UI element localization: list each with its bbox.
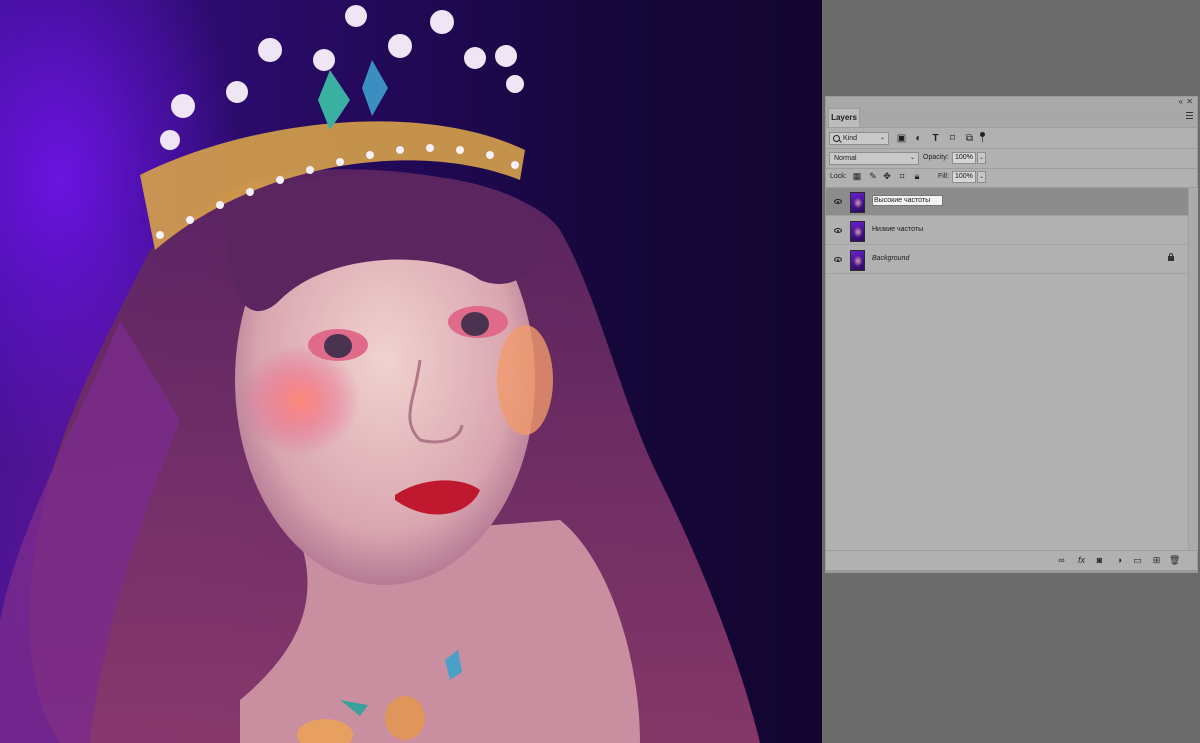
search-icon [833,135,840,142]
type-filter-icon[interactable]: T [930,133,941,144]
layer-row-high-frequency[interactable]: Высокие частоты [826,188,1188,216]
opacity-label: Opacity: [923,154,949,161]
layer-name[interactable]: Низкие частоты [872,226,923,233]
add-mask-icon[interactable]: ◙ [1094,555,1105,566]
new-layer-icon[interactable]: ⊞ [1151,555,1162,566]
layer-row-background[interactable]: Background [826,246,1188,274]
chevron-down-icon: ⌄ [879,135,885,141]
adjustment-filter-icon[interactable]: ◐ [913,133,924,144]
layer-thumbnail[interactable] [850,221,865,242]
layer-thumbnail[interactable] [850,250,865,271]
opacity-input[interactable]: 100% [952,152,976,164]
lock-image-pixels-icon[interactable]: ✎ [868,171,878,181]
layers-scrollbar[interactable] [1188,188,1198,550]
layer-name-input[interactable]: Высокие частоты [872,195,944,206]
delete-icon[interactable]: 🗑︎ [1169,555,1180,566]
layers-list: Высокие частоты Низкие частоты Backgroun… [826,188,1188,550]
adjustment-layer-icon[interactable]: ◑ [1114,555,1125,566]
portrait-photo [0,5,761,743]
tab-layers[interactable]: Layers [828,108,860,127]
divider [826,148,1197,149]
filter-kind-dropdown[interactable]: Kind ⌄ [829,132,889,145]
shape-filter-icon[interactable]: ⌑ [947,133,958,144]
link-layers-icon[interactable]: ∞ [1056,555,1067,566]
layer-name[interactable]: Background [872,255,909,262]
lock-all-icon[interactable]: 🔒︎ [912,171,922,181]
lock-transparent-pixels-icon[interactable]: ▦ [852,171,862,181]
filter-kind-label: Kind [843,135,858,142]
blend-row: Normal ⌄ Opacity: 100% ⌄ [826,150,1197,167]
blend-mode-dropdown[interactable]: Normal ⌄ [829,152,919,165]
lock-row: Lock: ▦ ✎ ✥ ⌗ 🔒︎ Fill: 100% ⌄ [826,170,1197,186]
eye-icon[interactable] [834,199,842,204]
panel-menu-icon[interactable] [1186,112,1193,119]
lock-icon[interactable] [1168,253,1174,261]
lock-label: Lock: [830,173,847,180]
fill-input[interactable]: 100% [952,171,976,183]
fx-icon[interactable]: fx [1076,555,1087,566]
chevron-down-icon: ⌄ [909,155,915,161]
panel-footer: ∞ fx ◙ ◑ ▭ ⊞ 🗑︎ [826,550,1197,572]
smart-object-filter-icon[interactable]: ⧉ [964,133,975,144]
eye-icon[interactable] [834,257,842,262]
new-group-icon[interactable]: ▭ [1132,555,1143,566]
layer-filter-row: Kind ⌄ ▣ ◐ T ⌑ ⧉ [826,130,1197,148]
close-icon[interactable]: ✕ [1186,97,1193,107]
document-canvas[interactable] [0,0,822,743]
layer-row-low-frequency[interactable]: Низкие частоты [826,217,1188,245]
lock-position-icon[interactable]: ✥ [882,171,892,181]
lock-artboard-icon[interactable]: ⌗ [897,171,907,181]
blend-mode-value: Normal [834,155,857,162]
divider [826,168,1197,169]
panel-bottom-edge [826,570,1197,572]
opacity-slider-toggle[interactable]: ⌄ [977,152,986,164]
fill-slider-toggle[interactable]: ⌄ [977,171,986,183]
pixel-filter-icon[interactable]: ▣ [896,133,907,144]
panel-tab-bar: Layers [826,107,1197,128]
layer-thumbnail[interactable] [850,192,865,213]
fill-label: Fill: [938,173,949,180]
collapse-panel-icon[interactable]: « [1179,97,1183,107]
eye-icon[interactable] [834,228,842,233]
layers-panel: « ✕ Layers Kind ⌄ ▣ ◐ T ⌑ ⧉ Normal ⌄ Opa… [825,96,1198,573]
filter-toggle-stem [982,137,983,142]
panel-title-bar[interactable]: « ✕ [826,97,1197,107]
